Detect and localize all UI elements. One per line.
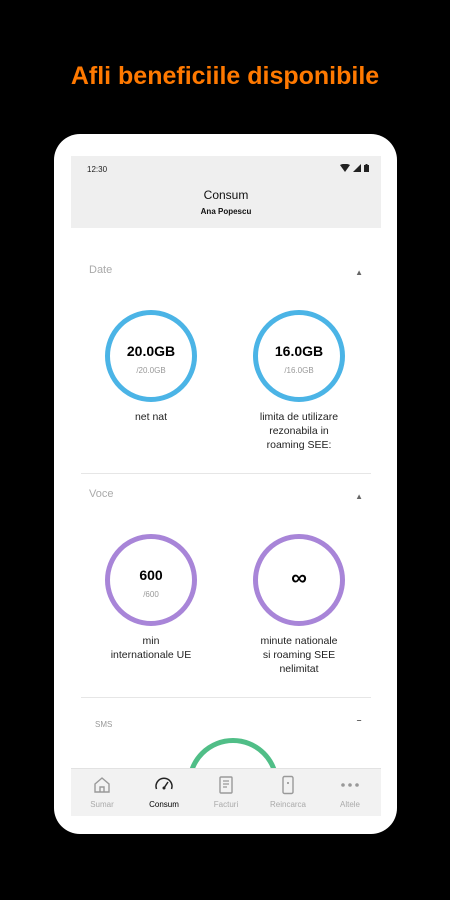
section-divider — [81, 473, 371, 474]
data-usage-gauge[interactable]: 20.0GB /20.0GB — [105, 310, 197, 402]
gauge-total: /20.0GB — [136, 366, 166, 375]
phone-frame: 12:30 Consum Ana Popescu Date ▲ 20.0GB /… — [54, 134, 397, 834]
phone-recharge-icon — [282, 775, 294, 795]
more-icon — [341, 783, 359, 787]
caption-line: limita de utilizare — [259, 411, 339, 423]
nav-label: Reincarca — [269, 800, 306, 809]
caption-line: nelimitat — [279, 663, 319, 675]
gauge-caption: min internationale UE — [91, 634, 211, 662]
section-date-title[interactable]: Date — [89, 264, 112, 276]
gauge-total: /16.0GB — [284, 366, 314, 375]
caption-line: rezonabila in — [269, 425, 329, 437]
gauge-value: 600 — [139, 567, 163, 583]
gauge-caption: limita de utilizare rezonabila in roamin… — [239, 410, 359, 452]
collapse-caret-icon[interactable]: ▲ — [355, 720, 363, 723]
nav-sumar[interactable]: Sumar — [71, 769, 133, 816]
nav-altele[interactable]: Altele — [319, 769, 381, 816]
national-minutes-gauge[interactable]: ∞ — [253, 534, 345, 626]
page-title: Consum — [203, 188, 249, 202]
gauge-caption: minute nationale si roaming SEE nelimita… — [239, 634, 359, 676]
status-icons — [340, 164, 369, 172]
sms-usage-gauge[interactable] — [187, 738, 279, 768]
nav-facturi[interactable]: Facturi — [195, 769, 257, 816]
status-time: 12:30 — [87, 165, 108, 174]
caption-line: net nat — [134, 411, 168, 423]
wifi-icon — [340, 164, 350, 172]
caption-line: min — [142, 635, 160, 647]
home-icon — [94, 777, 110, 793]
nav-reincarca[interactable]: Reincarca — [257, 769, 319, 816]
app-screen: 12:30 Consum Ana Popescu Date ▲ 20.0GB /… — [71, 156, 381, 816]
gauge-value: 16.0GB — [274, 343, 324, 359]
nav-label: Sumar — [90, 800, 114, 809]
gauge-caption: net nat — [91, 410, 211, 424]
infinity-value: ∞ — [291, 565, 307, 590]
account-name: Ana Popescu — [200, 207, 252, 216]
bottom-navigation: Sumar Consum Facturi Reincarca Altele — [71, 768, 381, 816]
gauge-total: /600 — [143, 590, 159, 599]
section-sms-title[interactable]: SMS — [95, 720, 112, 729]
battery-icon — [364, 164, 369, 172]
app-header: 12:30 Consum Ana Popescu — [71, 156, 381, 228]
section-sms: SMS ▲ — [71, 720, 381, 768]
section-voce-title[interactable]: Voce — [89, 488, 113, 500]
promo-headline: Afli beneficiile disponibile — [70, 62, 380, 90]
collapse-caret-icon[interactable]: ▲ — [355, 492, 363, 501]
caption-line: internationale UE — [110, 649, 192, 661]
nav-consum[interactable]: Consum — [133, 769, 195, 816]
speedometer-icon — [155, 777, 173, 790]
intl-minutes-gauge[interactable]: 600 /600 — [105, 534, 197, 626]
collapse-caret-icon[interactable]: ▲ — [355, 268, 363, 277]
nav-label: Facturi — [213, 800, 239, 809]
gauge-value: 20.0GB — [126, 343, 176, 359]
nav-label: Consum — [149, 800, 179, 809]
roaming-data-gauge[interactable]: 16.0GB /16.0GB — [253, 310, 345, 402]
signal-icon — [353, 164, 361, 172]
nav-label: Altele — [339, 800, 360, 809]
invoice-icon — [219, 776, 233, 794]
caption-line: minute nationale — [260, 635, 338, 647]
caption-line: si roaming SEE — [262, 649, 336, 661]
section-divider — [81, 697, 371, 698]
caption-line: roaming SEE: — [266, 439, 332, 451]
